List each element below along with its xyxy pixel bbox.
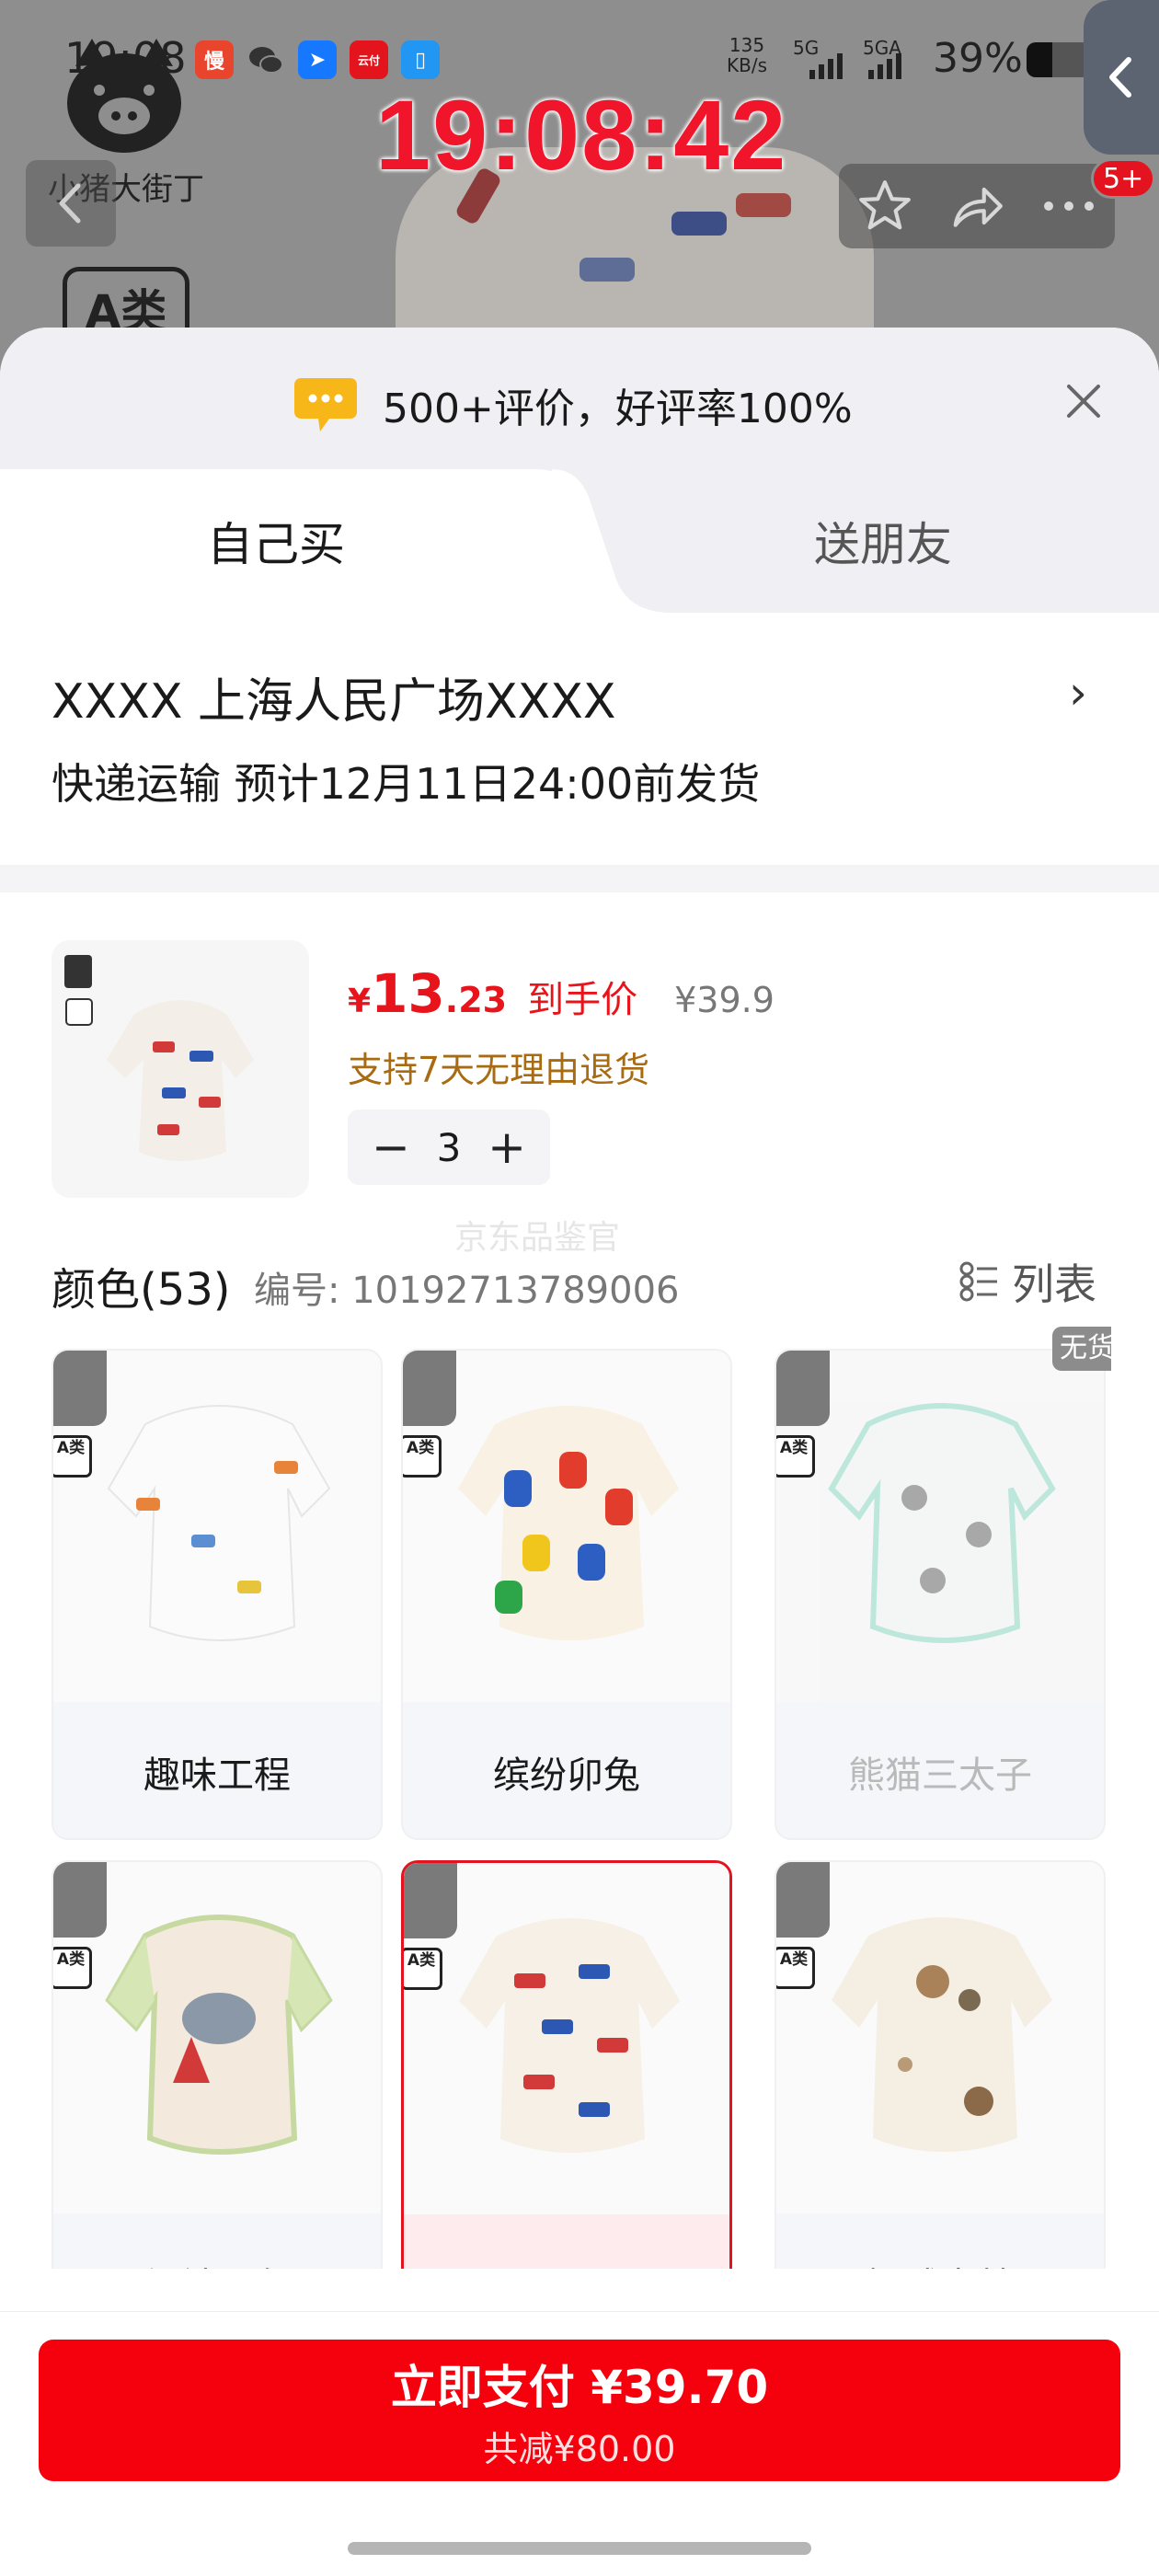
discount-label: 共减¥80.00 <box>483 2428 676 2469</box>
price-currency: ¥ <box>348 983 372 1020</box>
pay-app-icon: ➤ <box>298 40 337 79</box>
watermark: 京东品鉴官 <box>454 1219 621 1257</box>
battery-percent: 39% <box>933 35 1023 82</box>
grade-tag: A类 <box>404 1948 442 1990</box>
color-option-label: 绿袖小象 <box>53 2214 381 2269</box>
brand-logo-mark <box>404 1863 457 1938</box>
final-price-label: 到手价 <box>527 979 638 1021</box>
chat-bubble-icon <box>294 378 357 431</box>
status-time: 19:08 <box>64 33 187 83</box>
list-view-label: 列表 <box>1012 1259 1096 1309</box>
tab-gift-to-friend-label: 送朋友 <box>814 518 952 571</box>
close-icon[interactable] <box>1058 375 1109 427</box>
quantity-value[interactable]: 3 <box>437 1125 462 1170</box>
chevron-left-icon <box>1109 57 1131 98</box>
brand-logo-mark <box>776 1351 830 1426</box>
pay-now-label: 立即支付 ¥39.70 <box>390 2360 769 2414</box>
color-option-label: 缤纷卯兔 <box>403 1702 730 1838</box>
brand-logo-mark <box>776 1862 830 1938</box>
list-icon <box>959 1261 997 1302</box>
header-actions <box>839 164 1115 248</box>
color-option-card[interactable]: A类 缤纷卯兔 <box>401 1349 732 1840</box>
increase-button[interactable]: + <box>488 1124 526 1170</box>
sold-out-tag: 无货 <box>1052 1327 1111 1371</box>
tab-gift-to-friend[interactable]: 送朋友 <box>607 469 1159 613</box>
checkout-bar: 立即支付 ¥39.70 共减¥80.00 <box>0 2311 1159 2576</box>
net-speed-unit: KB/s <box>727 54 767 76</box>
shipping-estimate: 快递运输 预计12月11日24:00前发货 <box>52 759 761 809</box>
phone-app-icon: ▯ <box>401 40 440 79</box>
pay-now-button[interactable]: 立即支付 ¥39.70 共减¥80.00 <box>39 2340 1120 2481</box>
message-count-badge: 5+ <box>1091 158 1156 199</box>
color-option-card[interactable]: A类 绿袖小象 <box>52 1860 383 2269</box>
list-view-toggle[interactable]: 列表 <box>958 1251 1096 1312</box>
grade-tag: A类 <box>53 1435 92 1478</box>
brand-logo-mark <box>53 1862 107 1938</box>
color-option-card[interactable]: A类 挪威森林 <box>775 1860 1106 2269</box>
net-speed-value: 135 <box>729 34 765 56</box>
grade-tag-label: A类 <box>406 1439 435 1457</box>
back-arrow-icon <box>59 183 81 224</box>
grade-tag: A类 <box>776 1947 815 1989</box>
grade-tag-label: A类 <box>779 1950 809 1969</box>
purchase-sheet: 500+评价，好评率100% 自己买 送朋友 XXXX 上海人民广场XXXX ›… <box>0 328 1159 2576</box>
color-option-label: 熊猫三太子 <box>776 1702 1104 1838</box>
clock-overlay: 19:08:42 <box>375 79 788 190</box>
product-thumbnail <box>52 940 309 1198</box>
color-section-title: 颜色(53) <box>52 1264 231 1316</box>
rating-row[interactable]: 500+评价，好评率100% <box>293 368 853 442</box>
signal-bars-2-icon <box>868 53 901 79</box>
grade-tag-label: A类 <box>779 1439 809 1457</box>
product-thumbnail-image <box>64 955 254 1161</box>
sku-number: 编号: 10192713789006 <box>254 1270 680 1312</box>
price-decimal: .23 <box>444 980 508 1020</box>
color-options-grid: A类 趣味工程 A类 缤纷卯兔 A类 熊猫三太子 A类 A类 A类 <box>52 1349 1109 2269</box>
signal-bars-1-icon <box>809 53 843 79</box>
cloud-pay-icon: 云付 <box>350 40 388 79</box>
grade-tag-label: A类 <box>407 1951 436 1970</box>
man-app-icon: 慢 <box>195 40 234 79</box>
grade-tag: A类 <box>776 1435 815 1478</box>
favorite-star-icon[interactable] <box>855 178 914 235</box>
net-speed: 135 KB/s <box>727 35 767 75</box>
grade-tag-label: A类 <box>56 1439 86 1457</box>
color-option-label: 大卡车 <box>404 2214 729 2269</box>
brand-logo-mark <box>403 1351 456 1426</box>
home-indicator[interactable] <box>348 2542 811 2555</box>
brand-logo-mark <box>53 1351 107 1426</box>
price-row: ¥ 13 .23 到手价 ¥39.9 <box>348 962 775 1025</box>
more-icon[interactable] <box>1039 192 1098 220</box>
decrease-button[interactable]: − <box>372 1124 410 1170</box>
shipping-address[interactable]: XXXX 上海人民广场XXXX <box>52 662 616 731</box>
return-policy: 支持7天无理由退货 <box>348 1050 650 1090</box>
quantity-stepper: − 3 + <box>348 1110 550 1185</box>
back-button[interactable] <box>26 160 116 247</box>
color-option-label: 挪威森林 <box>776 2214 1104 2269</box>
color-option-card[interactable]: A类 趣味工程 <box>52 1349 383 1840</box>
share-icon[interactable] <box>947 178 1006 235</box>
original-price: ¥39.9 <box>674 980 775 1020</box>
grade-tag: A类 <box>53 1947 92 1989</box>
wechat-icon <box>247 40 285 79</box>
price-integer: 13 <box>371 962 445 1025</box>
battery-icon <box>1027 42 1091 77</box>
color-option-card[interactable]: A类 熊猫三太子 <box>775 1349 1106 1840</box>
chevron-right-icon[interactable]: › <box>1069 666 1087 719</box>
section-divider <box>0 865 1159 892</box>
tab-buy-for-self-label: 自己买 <box>207 518 345 571</box>
color-option-label: 趣味工程 <box>53 1702 381 1838</box>
grade-tag-label: A类 <box>56 1950 86 1969</box>
tab-buy-for-self[interactable]: 自己买 <box>0 469 552 613</box>
grade-tag: A类 <box>403 1435 442 1478</box>
rating-text: 500+评价，好评率100% <box>383 385 853 432</box>
side-collapse-tab[interactable] <box>1084 0 1159 155</box>
color-option-card-selected[interactable]: A类 大卡车 <box>401 1860 732 2269</box>
notification-icons: 慢 ➤ 云付 ▯ <box>195 40 440 79</box>
